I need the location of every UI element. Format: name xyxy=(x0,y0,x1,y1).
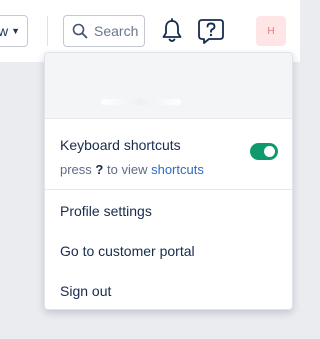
keyboard-shortcuts-section: Keyboard shortcuts press ? to view short… xyxy=(45,119,292,190)
toggle-knob xyxy=(264,146,275,157)
keyboard-shortcuts-title: Keyboard shortcuts xyxy=(60,137,181,153)
keyboard-shortcuts-hint: press ? to view shortcuts xyxy=(60,162,204,177)
search-icon xyxy=(72,23,88,39)
shortcut-key: ? xyxy=(95,162,104,177)
chevron-down-icon: ▼ xyxy=(11,26,20,36)
avatar-initial: H xyxy=(267,25,275,37)
view-dropdown-label: w xyxy=(0,23,9,39)
toolbar-divider xyxy=(47,16,48,46)
search-box[interactable] xyxy=(63,15,146,47)
user-menu-items: Profile settings Go to customer portal S… xyxy=(45,190,292,309)
search-input[interactable] xyxy=(94,23,146,39)
notifications-bell-icon[interactable] xyxy=(160,18,184,44)
user-menu-dropdown: Keyboard shortcuts press ? to view short… xyxy=(44,52,293,310)
view-dropdown-button[interactable]: w ▼ xyxy=(0,15,28,47)
hint-middle: to view xyxy=(107,162,148,177)
user-menu-header xyxy=(45,53,292,119)
blurred-user-info xyxy=(101,99,181,105)
shortcuts-link[interactable]: shortcuts xyxy=(151,162,204,177)
user-avatar[interactable]: H xyxy=(256,16,286,46)
customer-portal-item[interactable]: Go to customer portal xyxy=(45,231,292,271)
help-icon[interactable] xyxy=(197,18,225,44)
hint-prefix: press xyxy=(60,162,92,177)
sign-out-item[interactable]: Sign out xyxy=(45,271,292,309)
profile-settings-item[interactable]: Profile settings xyxy=(45,191,292,231)
keyboard-shortcuts-toggle[interactable] xyxy=(250,143,278,160)
